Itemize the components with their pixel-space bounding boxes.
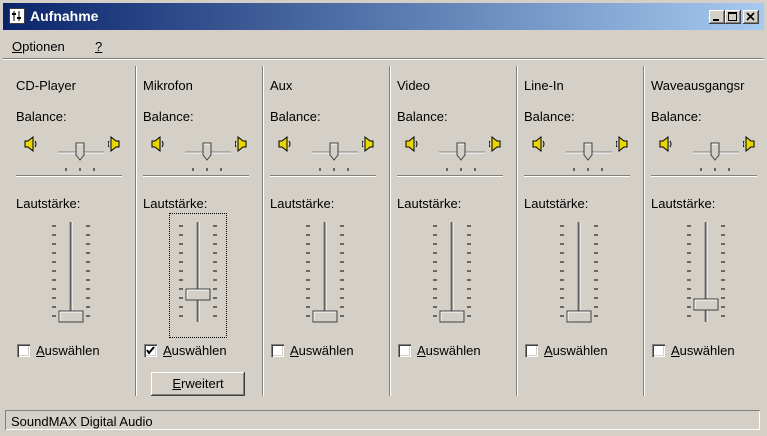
speaker-right-icon (361, 135, 374, 153)
channel-name: Video (397, 78, 431, 93)
speaker-left-icon (405, 135, 418, 153)
volume-slider[interactable] (427, 222, 477, 332)
volume-slider[interactable] (554, 222, 604, 332)
select-label[interactable]: Auswählen (544, 343, 608, 358)
balance-slider[interactable] (310, 142, 362, 174)
balance-separator (397, 175, 503, 177)
close-button[interactable] (743, 10, 759, 24)
channel-mikrofon: Mikrofon Balance: Lautstärke: Auswählen … (135, 60, 261, 398)
speaker-left-icon (151, 135, 164, 153)
select-label[interactable]: Auswählen (36, 343, 100, 358)
speaker-right-icon (742, 135, 755, 153)
volume-label: Lautstärke: (270, 196, 335, 211)
menu-optionen[interactable]: Optionen (12, 39, 65, 54)
mixer-icon[interactable] (9, 8, 25, 24)
channel-divider (389, 66, 391, 396)
volume-slider[interactable] (173, 222, 223, 332)
speaker-right-icon (615, 135, 628, 153)
channel-name: CD-Player (16, 78, 76, 93)
erweitert-button[interactable]: Erweitert (151, 372, 245, 396)
close-icon (746, 12, 755, 21)
mixer-window: Aufnahme Optionen ? CD-Player Balance: L… (0, 0, 767, 436)
balance-slider[interactable] (183, 142, 235, 174)
balance-label: Balance: (143, 109, 194, 124)
menu-bar: Optionen ? (3, 32, 764, 54)
select-checkbox[interactable] (525, 344, 538, 357)
channel-cd-player: CD-Player Balance: Lautstärke: Auswählen (8, 60, 134, 398)
volume-slider[interactable] (300, 222, 350, 332)
channel-name: Aux (270, 78, 293, 93)
balance-separator (143, 175, 249, 177)
balance-slider[interactable] (56, 142, 108, 174)
balance-label: Balance: (270, 109, 321, 124)
balance-separator (651, 175, 757, 177)
volume-slider[interactable] (46, 222, 96, 332)
channel-divider (135, 66, 137, 396)
channel-divider (516, 66, 518, 396)
speaker-left-icon (659, 135, 672, 153)
channel-line-in: Line-In Balance: Lautstärke: Auswählen (516, 60, 642, 398)
channel-video: Video Balance: Lautstärke: Auswählen (389, 60, 515, 398)
channel-divider (643, 66, 645, 396)
select-checkbox[interactable] (144, 344, 157, 357)
channel-name: Mikrofon (143, 78, 193, 93)
maximize-icon (728, 12, 737, 21)
channel-name: Line-In (524, 78, 564, 93)
balance-separator (270, 175, 376, 177)
select-checkbox[interactable] (398, 344, 411, 357)
balance-slider[interactable] (691, 142, 743, 174)
select-checkbox[interactable] (17, 344, 30, 357)
balance-separator (524, 175, 630, 177)
minimize-icon (713, 19, 719, 21)
status-panel: SoundMAX Digital Audio (5, 410, 760, 430)
menu-help[interactable]: ? (95, 39, 102, 54)
speaker-right-icon (488, 135, 501, 153)
status-bar: SoundMAX Digital Audio (3, 408, 764, 434)
window-title: Aufnahme (30, 8, 99, 24)
balance-separator (16, 175, 122, 177)
channel-aux: Aux Balance: Lautstärke: Auswählen (262, 60, 388, 398)
select-checkbox[interactable] (652, 344, 665, 357)
channel-waveausgangsr: Waveausgangsr Balance: Lautstärke: Auswä… (643, 60, 767, 398)
select-label[interactable]: Auswählen (417, 343, 481, 358)
checkmark-icon (146, 346, 155, 355)
select-label[interactable]: Auswählen (163, 343, 227, 358)
balance-label: Balance: (524, 109, 575, 124)
volume-label: Lautstärke: (651, 196, 716, 211)
balance-slider[interactable] (437, 142, 489, 174)
balance-slider[interactable] (564, 142, 616, 174)
volume-label: Lautstärke: (524, 196, 589, 211)
speaker-left-icon (24, 135, 37, 153)
minimize-button[interactable] (709, 10, 725, 24)
volume-label: Lautstärke: (397, 196, 462, 211)
status-text: SoundMAX Digital Audio (11, 414, 153, 429)
title-bar[interactable]: Aufnahme (3, 3, 764, 30)
volume-label: Lautstärke: (143, 196, 208, 211)
channel-name: Waveausgangsr (651, 78, 745, 93)
speaker-right-icon (107, 135, 120, 153)
channel-divider (262, 66, 264, 396)
select-label[interactable]: Auswählen (671, 343, 735, 358)
balance-label: Balance: (651, 109, 702, 124)
select-checkbox[interactable] (271, 344, 284, 357)
maximize-button[interactable] (725, 10, 741, 24)
speaker-right-icon (234, 135, 247, 153)
select-label[interactable]: Auswählen (290, 343, 354, 358)
balance-label: Balance: (397, 109, 448, 124)
volume-slider[interactable] (681, 222, 731, 332)
volume-label: Lautstärke: (16, 196, 81, 211)
speaker-left-icon (278, 135, 291, 153)
balance-label: Balance: (16, 109, 67, 124)
speaker-left-icon (532, 135, 545, 153)
